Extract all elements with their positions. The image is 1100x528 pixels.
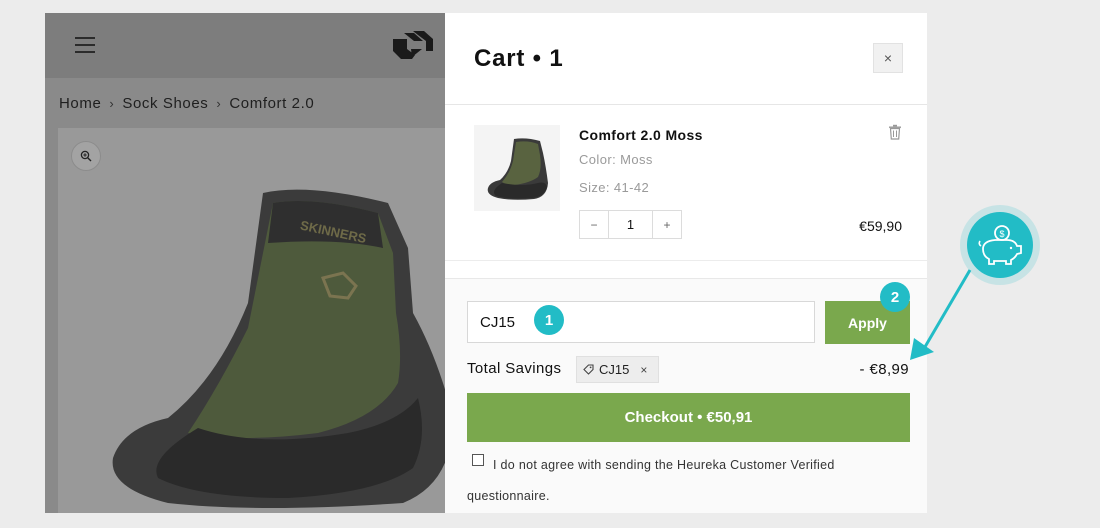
piggy-bank-badge: $ <box>967 212 1033 278</box>
product-page-backdrop: Home › Sock Shoes › Comfort 2.0 SKINNERS <box>45 13 445 513</box>
cart-item-color: Color: Moss <box>579 152 653 167</box>
breadcrumb-sock-shoes[interactable]: Sock Shoes <box>122 95 208 112</box>
tag-icon <box>583 364 594 375</box>
applied-coupon-code: CJ15 <box>599 362 630 377</box>
breadcrumb-current: Comfort 2.0 <box>229 95 315 112</box>
divider <box>445 104 927 105</box>
zoom-button[interactable] <box>71 141 101 171</box>
divider <box>445 260 927 261</box>
breadcrumb-home[interactable]: Home <box>59 95 101 112</box>
applied-coupon-chip: CJ15 × <box>576 356 659 383</box>
consent-label: I do not agree with sending the Heureka … <box>467 458 835 503</box>
hamburger-icon[interactable] <box>75 37 95 53</box>
breadcrumb-separator: › <box>216 96 222 111</box>
step-1-badge: 1 <box>534 305 564 335</box>
cart-item-name[interactable]: Comfort 2.0 Moss <box>579 127 703 143</box>
trash-icon[interactable] <box>888 124 902 140</box>
quantity-value[interactable]: 1 <box>608 211 653 238</box>
consent-checkbox[interactable] <box>472 454 484 466</box>
close-icon: × <box>883 50 893 66</box>
piggy-bank-icon: $ <box>978 225 1022 265</box>
brand-logo[interactable] <box>390 27 436 63</box>
breadcrumb-separator: › <box>109 96 115 111</box>
svg-text:$: $ <box>999 229 1004 239</box>
total-savings-label: Total Savings <box>467 360 562 377</box>
coupon-code-input[interactable] <box>467 301 815 343</box>
checkout-button[interactable]: Checkout • €50,91 <box>467 393 910 442</box>
cart-item-size: Size: 41-42 <box>579 180 650 195</box>
cart-item-thumbnail[interactable] <box>474 125 560 211</box>
piggy-bank-callout: $ <box>960 205 1040 285</box>
cart-panel: Cart • 1 × Comfort 2.0 Moss Color: Moss … <box>445 13 927 513</box>
breadcrumb: Home › Sock Shoes › Comfort 2.0 <box>59 95 314 112</box>
decrease-quantity-button[interactable]: − <box>580 211 608 238</box>
site-header <box>45 13 445 78</box>
remove-coupon-button[interactable]: × <box>640 363 647 377</box>
quantity-stepper: − 1 + <box>579 210 682 239</box>
product-image: SKINNERS <box>58 128 445 513</box>
cart-item-price: €59,90 <box>859 218 902 234</box>
increase-quantity-button[interactable]: + <box>653 211 681 238</box>
product-thumbnail-image <box>487 138 548 200</box>
cart-title: Cart • 1 <box>474 45 564 72</box>
zoom-in-icon <box>80 150 92 162</box>
total-savings-value: - €8,99 <box>859 361 909 378</box>
close-cart-button[interactable]: × <box>873 43 903 73</box>
sock-shoe-illustration: SKINNERS <box>112 189 445 508</box>
